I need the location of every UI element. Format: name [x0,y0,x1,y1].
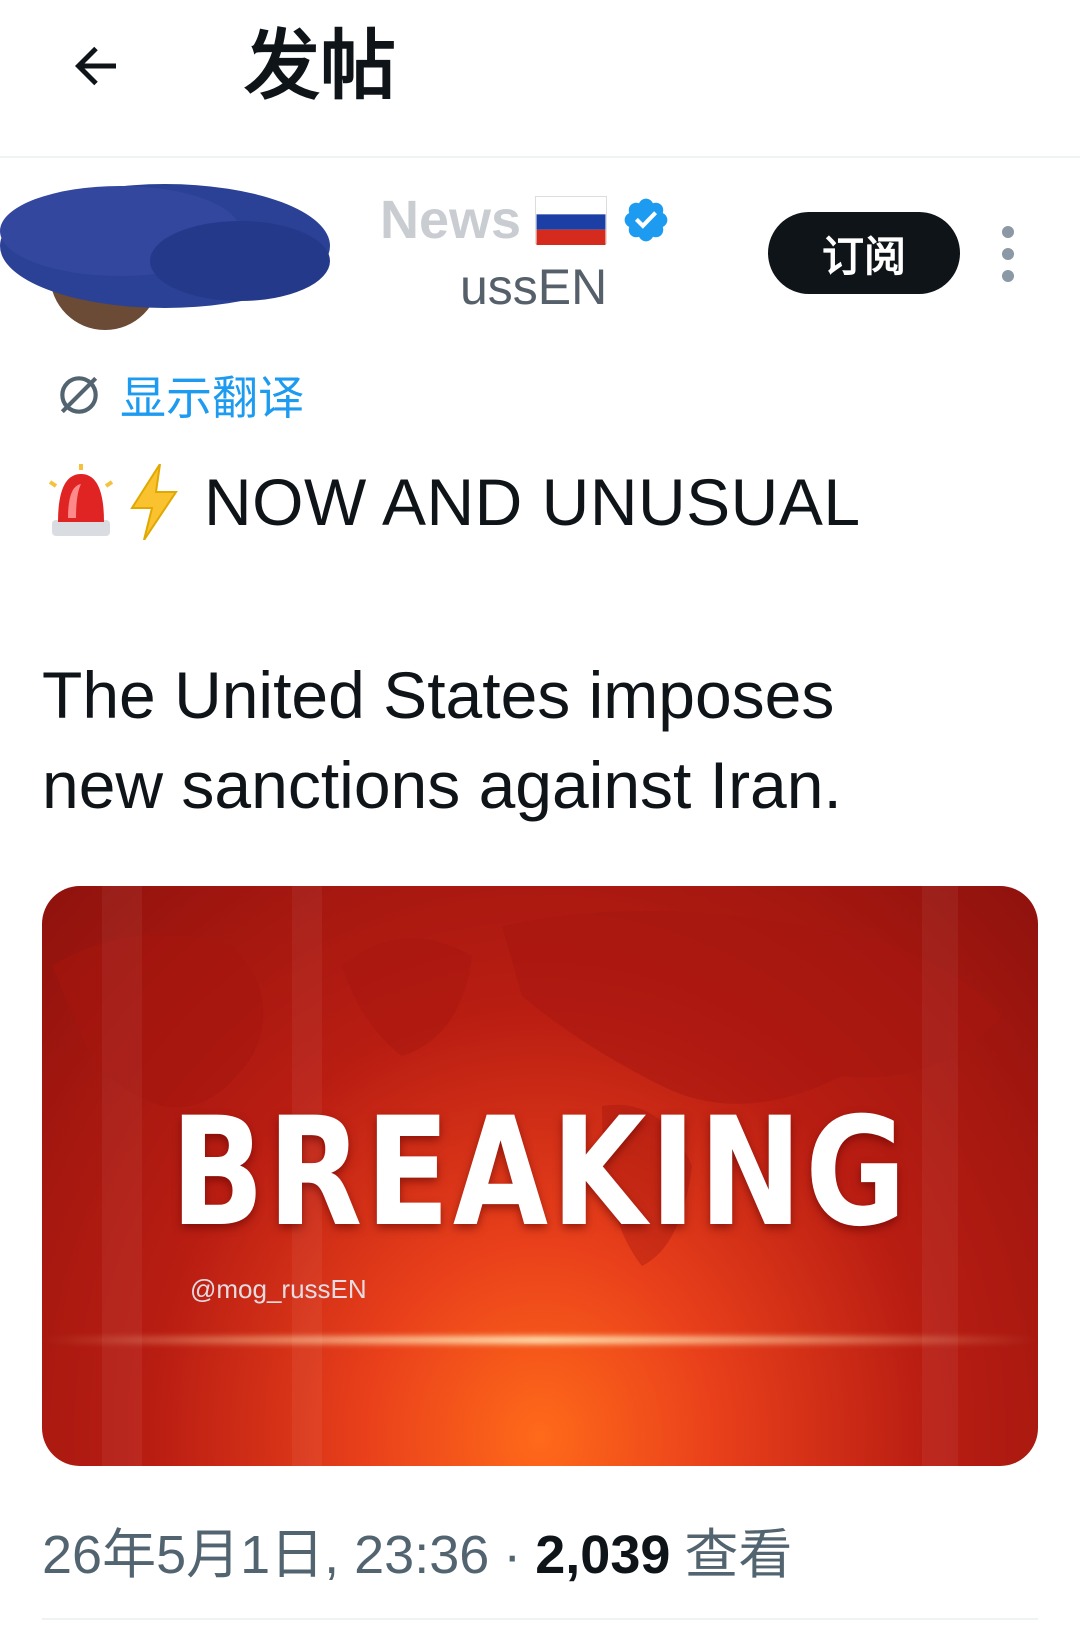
more-vertical-icon [1002,226,1014,238]
glow-line [42,1336,1038,1344]
author-display-name: News [380,190,671,250]
show-translation-button[interactable]: 显示翻译 [54,362,304,428]
arrow-left-icon [75,46,116,86]
page-title: 发帖 [244,24,396,109]
divider [42,1618,1038,1620]
lightning-emoji [130,464,178,540]
tweet-metadata: 26年5月1日, 23:36 · 2,039 查看 [42,1510,792,1589]
tweet-timestamp[interactable]: 26年5月1日, 23:36 [42,1510,489,1589]
tweet-body: The United States imposes new sanctions … [42,658,842,822]
alert-text: NOW AND UNUSUAL [204,465,861,539]
tweet-alert-line: NOW AND UNUSUAL [46,464,861,540]
views-count[interactable]: 2,039 [535,1524,670,1586]
author-names[interactable]: News ussEN [380,190,671,316]
subscribe-button[interactable]: 订阅 [768,212,960,294]
breaking-headline: BREAKING [170,1086,910,1260]
back-button[interactable] [60,30,132,102]
author-handle: ussEN [460,259,608,315]
translate-icon [60,376,98,414]
more-options-button[interactable] [996,226,1020,282]
views-label: 查看 [684,1525,793,1585]
verified-badge-icon [624,198,668,242]
image-watermark: @mog_russEN [190,1274,367,1304]
display-name-text: News [380,190,522,250]
tweet-media-image[interactable]: BREAKING @mog_russEN [42,886,1038,1466]
russia-flag-icon [535,196,608,245]
top-bar: 发帖 [0,0,1080,158]
police-light-emoji [48,464,114,536]
meta-separator: · [503,1525,522,1585]
redaction-scribble [0,184,330,308]
show-translation-label: 显示翻译 [120,372,304,424]
